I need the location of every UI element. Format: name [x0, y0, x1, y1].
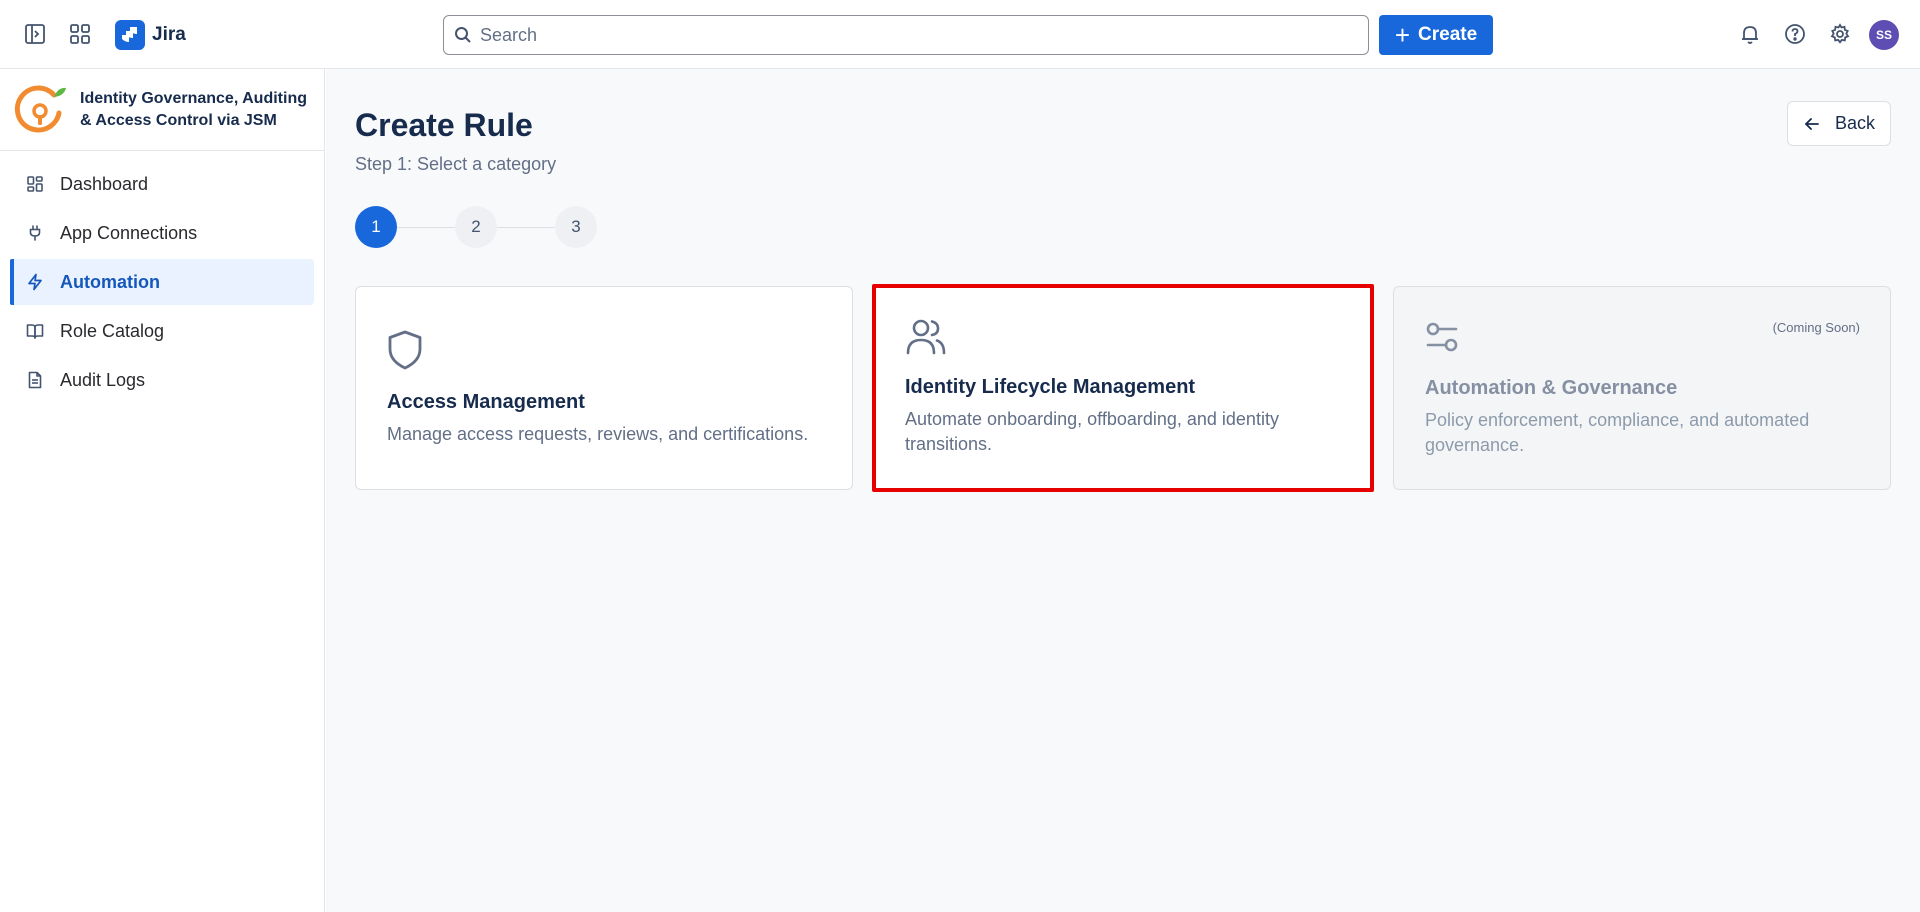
settings-gear-icon[interactable] [1826, 20, 1854, 48]
sidebar-item-label: Dashboard [60, 173, 149, 194]
back-button-label: Back [1834, 113, 1876, 133]
sidebar-item-dashboard[interactable]: Dashboard [10, 161, 314, 207]
sidebar-item-label: Automation [60, 271, 160, 292]
main-content: Create Rule Step 1: Select a category Ba… [326, 69, 1920, 912]
jira-logo-icon[interactable] [115, 20, 145, 50]
app-header: Identity Governance, Auditing & Access C… [0, 69, 324, 151]
card-title: Automation & Governance [1425, 377, 1678, 399]
card-title: Identity Lifecycle Management [905, 376, 1196, 398]
app-switcher-icon[interactable] [66, 20, 94, 48]
search-input[interactable] [480, 24, 1340, 46]
app-logo-icon [14, 85, 66, 133]
step-connector [497, 227, 555, 228]
card-description: Policy enforcement, compliance, and auto… [1425, 410, 1810, 455]
coming-soon-badge: (Coming Soon) [1772, 320, 1860, 335]
create-button-label: Create [1418, 24, 1478, 45]
sidebar-item-audit-logs[interactable]: Audit Logs [10, 357, 314, 403]
arrow-left-icon [1803, 115, 1821, 133]
category-card-automation-governance: (Coming Soon) Automation & Governance Po… [1393, 286, 1891, 490]
sidebar-nav: Dashboard App Connections Automation Rol… [0, 151, 324, 403]
user-avatar[interactable]: SS [1869, 20, 1899, 50]
search-box[interactable] [443, 15, 1369, 55]
page-title: Create Rule [355, 107, 533, 143]
product-name[interactable]: Jira [152, 24, 186, 46]
step-3: 3 [555, 206, 597, 248]
card-description: Manage access requests, reviews, and cer… [387, 424, 809, 444]
plug-icon [25, 223, 45, 243]
app-title: Identity Governance, Auditing & Access C… [80, 90, 307, 129]
back-button[interactable]: Back [1787, 101, 1891, 146]
create-button[interactable]: + Create [1379, 15, 1493, 55]
category-card-access-management[interactable]: Access Management Manage access requests… [355, 286, 853, 490]
document-icon [25, 370, 45, 390]
plus-icon: + [1394, 20, 1411, 50]
top-navigation-bar: Jira + Create SS [0, 0, 1920, 69]
sidebar-item-app-connections[interactable]: App Connections [10, 210, 314, 256]
sidebar-item-role-catalog[interactable]: Role Catalog [10, 308, 314, 354]
sidebar-item-label: Role Catalog [60, 320, 165, 341]
step-2: 2 [455, 206, 497, 248]
shield-icon [386, 329, 424, 376]
step-1: 1 [355, 206, 397, 248]
notifications-bell-icon[interactable] [1736, 20, 1764, 48]
sidebar-item-label: Audit Logs [60, 369, 146, 390]
sidebar-item-label: App Connections [60, 222, 198, 243]
card-description: Automate onboarding, offboarding, and id… [905, 409, 1279, 454]
sidebar-item-automation[interactable]: Automation [10, 259, 314, 305]
stepper: 1 2 3 [355, 206, 597, 248]
dashboard-icon [25, 174, 45, 194]
sidebar-toggle-icon[interactable] [21, 20, 49, 48]
help-icon[interactable] [1781, 20, 1809, 48]
search-icon [454, 26, 472, 44]
users-icon [906, 318, 946, 361]
card-title: Access Management [387, 391, 585, 413]
step-connector [397, 227, 455, 228]
category-card-identity-lifecycle-management[interactable]: Identity Lifecycle Management Automate o… [872, 284, 1374, 492]
book-icon [25, 321, 45, 341]
page-subtitle: Step 1: Select a category [355, 154, 557, 174]
sidebar: Identity Governance, Auditing & Access C… [0, 69, 325, 912]
toggles-icon [1424, 319, 1460, 360]
lightning-icon [25, 272, 45, 292]
